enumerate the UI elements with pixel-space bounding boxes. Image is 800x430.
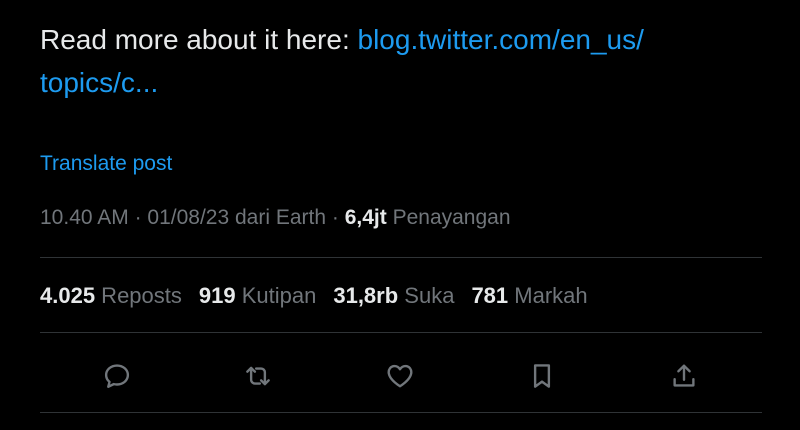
repost-button[interactable] (238, 356, 278, 396)
post-date[interactable]: 01/08/23 (147, 206, 229, 229)
stat-count: 919 (198, 283, 236, 308)
engagement-stats: 4.025 Reposts 919 Kutipan 31,8rb Suka 78… (40, 283, 588, 309)
stat-count: 4.025 (40, 283, 96, 308)
meta-separator: · (326, 206, 345, 229)
heart-icon (387, 364, 413, 388)
divider (40, 257, 762, 258)
stat-label: Reposts (95, 283, 182, 308)
bookmark-button[interactable] (522, 356, 562, 396)
translate-post-link[interactable]: Translate post (40, 152, 172, 176)
views-count: 6,4jt (344, 206, 387, 229)
post-text: Read more about it here: blog.twitter.co… (40, 18, 760, 104)
repost-icon (246, 366, 270, 386)
divider (40, 412, 762, 413)
bookmark-icon (533, 364, 551, 388)
share-button[interactable] (664, 356, 704, 396)
post-text-body: Read more about it here: (40, 24, 358, 55)
stat-label: Kutipan (235, 283, 317, 308)
meta-separator: · (128, 206, 148, 229)
divider (40, 332, 762, 333)
stat-reposts[interactable]: 4.025 Reposts (40, 283, 182, 309)
stat-label: Suka (398, 283, 455, 308)
share-icon (673, 364, 695, 387)
stat-likes[interactable]: 31,8rb Suka (333, 283, 454, 309)
stat-quotes[interactable]: 919 Kutipan (199, 283, 316, 309)
action-bar (0, 356, 800, 396)
stat-label: Markah (508, 283, 588, 308)
stat-count: 31,8rb (333, 283, 399, 308)
post-meta: 10.40 AM · 01/08/23 dari Earth · 6,4jt P… (40, 206, 511, 230)
stat-count: 781 (471, 283, 509, 308)
reply-icon (104, 364, 130, 388)
views-label: Penayangan (386, 206, 511, 229)
stat-bookmarks[interactable]: 781 Markah (471, 283, 587, 309)
post-source: dari Earth (229, 206, 327, 229)
reply-button[interactable] (97, 356, 137, 396)
post-time[interactable]: 10.40 AM (40, 206, 129, 229)
like-button[interactable] (380, 356, 420, 396)
